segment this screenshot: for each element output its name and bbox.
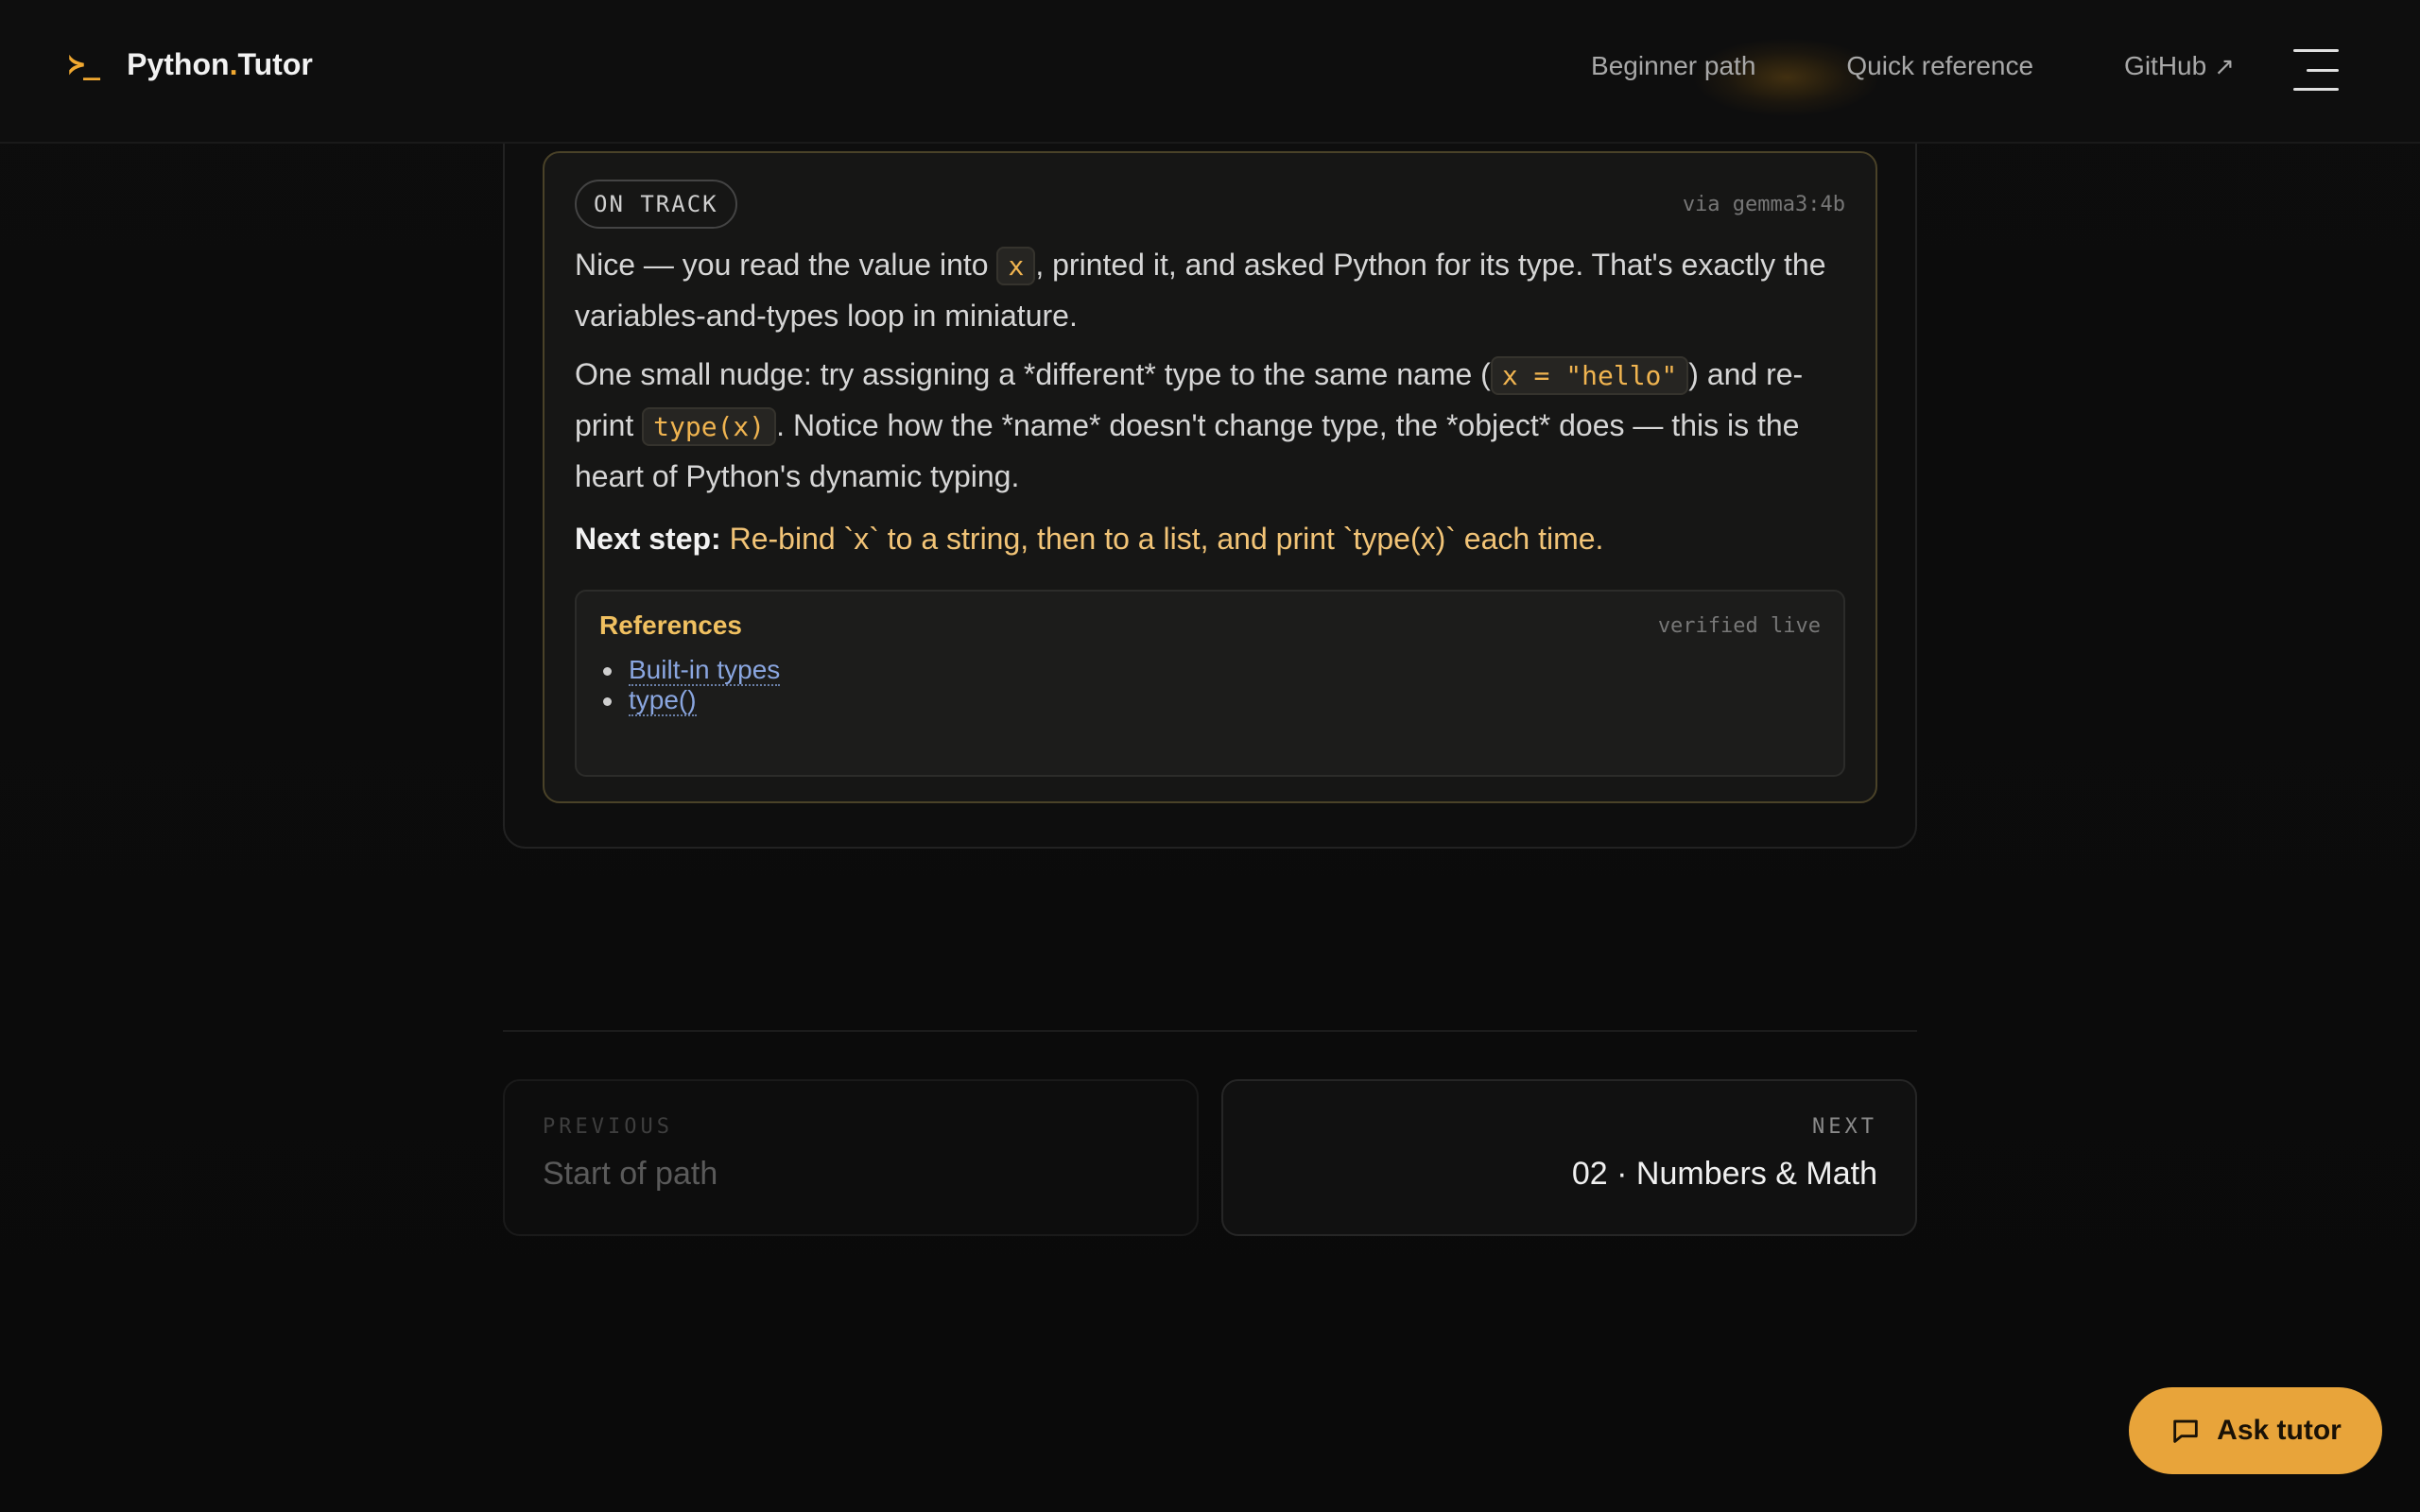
terminal-prompt-icon: ≻_ <box>68 48 100 81</box>
bullet-icon <box>603 666 612 676</box>
ask-tutor-label: Ask tutor <box>2217 1415 2342 1446</box>
next-step-label: Next step: <box>575 522 721 556</box>
ask-tutor-button[interactable]: Ask tutor <box>2129 1387 2382 1474</box>
main-nav: Beginner path Quick reference GitHub ↗ <box>1591 51 2235 81</box>
brand-name-python: Python <box>127 47 230 81</box>
next-step: Next step: Re-bind `x` to a string, then… <box>575 514 1845 563</box>
list-item: Built-in types <box>599 656 1821 686</box>
nav-github-label: GitHub <box>2124 51 2207 80</box>
previous-title: Start of path <box>543 1156 718 1192</box>
hamburger-line <box>2293 88 2339 91</box>
status-badge: ON TRACK <box>575 180 737 229</box>
references-header: References verified live <box>599 610 1821 641</box>
reference-link-built-in-types[interactable]: Built-in types <box>629 656 781 686</box>
section-divider <box>503 1030 1917 1032</box>
model-attribution: via gemma3:4b <box>1682 192 1845 216</box>
brand-name: Python.Tutor <box>127 47 313 82</box>
nav-beginner-path[interactable]: Beginner path <box>1591 51 1755 81</box>
previous-kicker: PREVIOUS <box>543 1115 673 1139</box>
brand-name-tutor: Tutor <box>237 47 313 81</box>
next-step-text: Re-bind `x` to a string, then to a list,… <box>729 522 1604 556</box>
brand-logo-link[interactable]: ≻_ Python.Tutor <box>68 47 313 82</box>
next-kicker: NEXT <box>1812 1115 1877 1139</box>
menu-button[interactable] <box>2293 49 2339 91</box>
feedback-text: One small nudge: try assigning a *differ… <box>575 357 1491 391</box>
next-title: 02 · Numbers & Math <box>1571 1156 1877 1192</box>
nav-quick-reference[interactable]: Quick reference <box>1846 51 2033 81</box>
feedback-paragraph-2: One small nudge: try assigning a *differ… <box>575 350 1845 501</box>
bullet-icon <box>603 696 612 706</box>
tutor-feedback-panel: ON TRACK via gemma3:4b Nice — you read t… <box>543 151 1877 803</box>
external-link-icon: ↗ <box>2214 51 2235 80</box>
chat-bubble-icon <box>2173 1419 2198 1443</box>
previous-lesson-card: PREVIOUS Start of path <box>503 1079 1199 1236</box>
references-title: References <box>599 610 742 640</box>
next-lesson-link[interactable]: NEXT 02 · Numbers & Math <box>1221 1079 1917 1236</box>
nav-github[interactable]: GitHub ↗ <box>2124 51 2235 81</box>
top-nav-bar: ≻_ Python.Tutor Beginner path Quick refe… <box>0 0 2420 144</box>
inline-code: type(x) <box>642 407 777 446</box>
feedback-header: ON TRACK via gemma3:4b <box>575 180 1845 229</box>
feedback-text: Nice — you read the value into <box>575 248 997 282</box>
hamburger-line <box>2307 68 2339 72</box>
reference-link-type[interactable]: type() <box>629 686 697 716</box>
inline-code: x = "hello" <box>1490 356 1689 395</box>
feedback-paragraph-1: Nice — you read the value into x, printe… <box>575 240 1845 340</box>
references-list: Built-in types type() <box>599 656 1821 716</box>
inline-code: x <box>996 247 1036 285</box>
verified-badge: verified live <box>1657 613 1821 638</box>
hamburger-line <box>2293 49 2339 52</box>
references-box: References verified live Built-in types … <box>575 590 1845 777</box>
list-item: type() <box>599 686 1821 716</box>
